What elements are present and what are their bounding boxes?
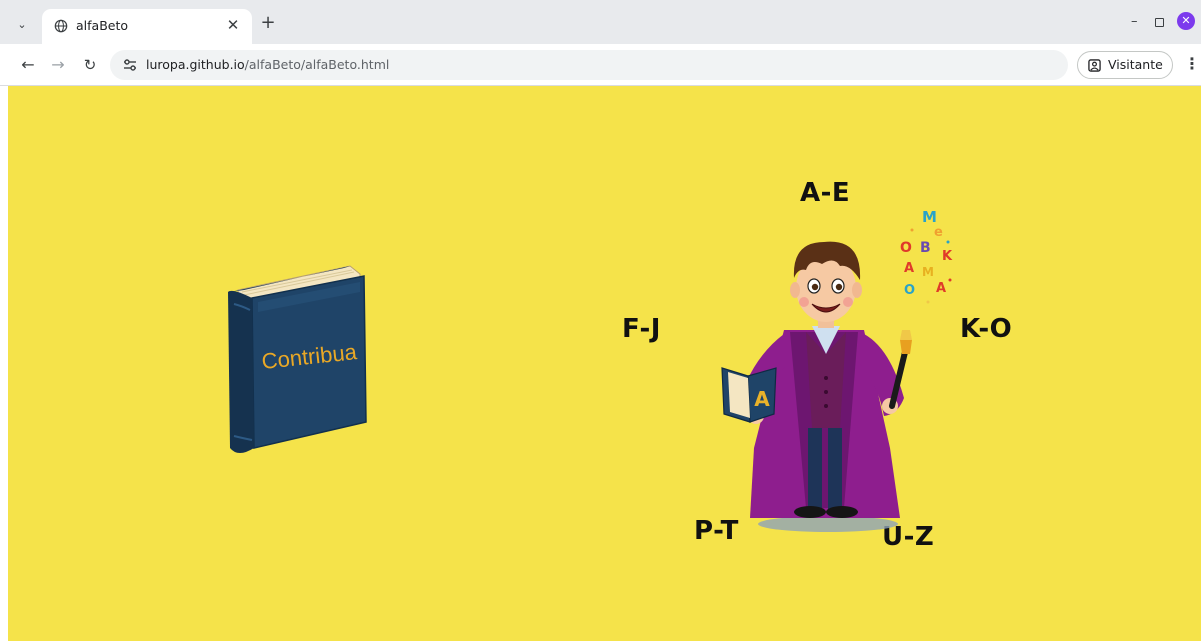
url-text: luropa.github.io/alfaBeto/alfaBeto.html [146,57,389,72]
tab-list-icon[interactable]: ⌄ [9,12,35,36]
window-close-icon[interactable]: ✕ [1177,12,1195,30]
site-settings-icon[interactable] [122,57,138,73]
range-a-e-link[interactable]: A-E [800,178,850,208]
browser-tab[interactable]: alfaBeto ✕ [42,9,252,44]
tab-strip: ⌄ alfaBeto ✕ + – ✕ [0,0,1201,44]
page-content: Contribua A-E F-J K-O P-T U-Z A M e O B … [8,86,1201,641]
flying-letter: M [922,208,937,226]
alphabet-wizard-menu: A-E F-J K-O P-T U-Z A M e O B K A M O A [608,176,1038,556]
reload-icon[interactable]: ↻ [78,53,102,77]
forward-icon[interactable]: → [46,53,70,77]
address-bar[interactable]: luropa.github.io/alfaBeto/alfaBeto.html [110,50,1068,80]
open-book-letter: A [754,387,770,411]
contribute-book[interactable]: Contribua [224,262,372,462]
tab-title: alfaBeto [76,18,129,33]
plus-icon[interactable]: + [258,13,278,33]
globe-icon [54,19,68,33]
range-k-o-link[interactable]: K-O [960,314,1012,344]
range-f-j-link[interactable]: F-J [622,314,661,344]
back-icon[interactable]: ← [16,53,40,77]
url-path: /alfaBeto/alfaBeto.html [244,57,390,72]
flying-letter: K [942,249,953,264]
flying-letter: e [934,225,943,240]
flying-letter: O [904,283,915,298]
maximize-icon[interactable] [1155,18,1164,27]
flying-letter: M [922,265,934,279]
profile-icon [1088,59,1101,72]
browser-toolbar: ← → ↻ luropa.github.io/alfaBeto/alfaBeto… [0,44,1201,86]
flying-letter: A [936,281,946,296]
profile-label: Visitante [1108,57,1163,72]
menu-icon[interactable]: ⋮ [1184,56,1200,72]
flying-letter: A [904,261,914,276]
profile-button[interactable]: Visitante [1077,51,1173,79]
flying-letters: M e O B K A M O A [900,208,953,304]
flying-letter: B [920,240,931,256]
close-icon[interactable]: ✕ [224,16,242,34]
minimize-icon[interactable]: – [1131,14,1138,29]
flying-letter: O [900,240,912,256]
url-host: luropa.github.io [146,57,245,72]
